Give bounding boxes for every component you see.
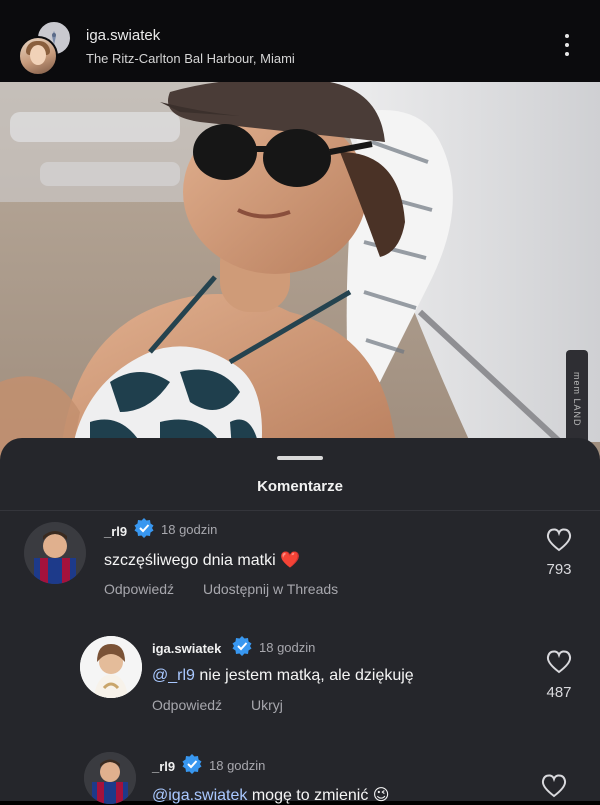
post-location[interactable]: The Ritz-Carlton Bal Harbour, Miami xyxy=(86,51,295,66)
reply-item: _rl9 18 godzin @iga.swiatek mogę to zmie… xyxy=(0,438,600,804)
post-image xyxy=(0,82,600,462)
comment-mention[interactable]: @iga.swiatek xyxy=(152,787,247,804)
post-author-username[interactable]: iga.swiatek xyxy=(86,27,160,44)
like-heart-icon[interactable] xyxy=(541,774,567,798)
comment-text: @iga.swiatek mogę to zmienić 😉 xyxy=(152,785,389,805)
commenter-avatar[interactable] xyxy=(84,752,136,804)
comments-sheet: Komentarze _rl9 18 godzin szczęśliwego d… xyxy=(0,438,600,804)
collab-avatars[interactable] xyxy=(18,20,74,76)
comment-timestamp: 18 godzin xyxy=(209,758,266,773)
post-header: iga.swiatek The Ritz-Carlton Bal Harbour… xyxy=(0,0,600,82)
comment-username[interactable]: _rl9 xyxy=(152,759,175,774)
verified-badge-icon xyxy=(182,754,202,774)
more-options-icon[interactable] xyxy=(560,34,574,60)
post-photo[interactable] xyxy=(0,82,600,462)
user-avatar[interactable] xyxy=(18,36,58,76)
watermark-badge: mem LAND xyxy=(566,350,588,448)
comment-body: mogę to zmienić 😉 xyxy=(247,787,390,804)
